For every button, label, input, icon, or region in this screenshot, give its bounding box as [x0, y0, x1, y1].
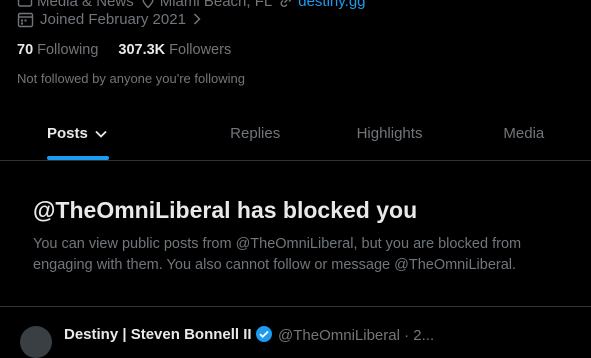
- chevron-right-icon: [192, 12, 202, 26]
- tab-replies[interactable]: Replies: [188, 107, 322, 160]
- tab-posts-label: Posts: [47, 125, 88, 142]
- following-stat[interactable]: 70 Following: [17, 42, 98, 58]
- next-post-preview[interactable]: Destiny | Steven Bonnell II @TheOmniLibe…: [0, 318, 591, 358]
- joined-text: Joined February 2021: [40, 10, 186, 28]
- followers-stat[interactable]: 307.3K Followers: [118, 42, 231, 58]
- tab-media[interactable]: Media: [457, 107, 591, 160]
- following-label: Following: [37, 42, 99, 58]
- follow-stats: 70 Following 307.3K Followers: [17, 40, 231, 60]
- tab-highlights-label: Highlights: [356, 125, 423, 142]
- profile-tabs: Posts Replies Highlights Media: [0, 107, 591, 161]
- followers-label: Followers: [169, 42, 232, 58]
- not-followed-notice: Not followed by anyone you're following: [17, 71, 245, 86]
- divider: [0, 306, 591, 307]
- website-item[interactable]: destiny.gg: [278, 0, 366, 10]
- tab-replies-label: Replies: [230, 125, 281, 142]
- calendar-icon: [17, 11, 34, 28]
- post-author-name[interactable]: Destiny | Steven Bonnell II: [64, 326, 252, 343]
- blocked-title: @TheOmniLiberal has blocked you: [33, 197, 418, 223]
- avatar[interactable]: [20, 326, 52, 358]
- tab-posts[interactable]: Posts: [0, 107, 188, 160]
- blocked-description: You can view public posts from @TheOmniL…: [33, 236, 522, 273]
- briefcase-icon: [17, 0, 33, 9]
- following-count: 70: [17, 42, 34, 58]
- joined-row[interactable]: Joined February 2021: [17, 9, 202, 29]
- active-tab-indicator: [47, 156, 109, 160]
- chevron-down-icon[interactable]: [94, 129, 108, 139]
- post-author-handle: @TheOmniLiberal · 2...: [278, 327, 435, 344]
- verified-badge-icon: [255, 325, 273, 348]
- tab-media-label: Media: [503, 125, 545, 142]
- tab-highlights[interactable]: Highlights: [322, 107, 456, 160]
- location-pin-icon: [140, 0, 156, 9]
- website-link[interactable]: destiny.gg: [298, 0, 365, 10]
- followers-count: 307.3K: [118, 42, 166, 58]
- link-icon: [278, 0, 294, 9]
